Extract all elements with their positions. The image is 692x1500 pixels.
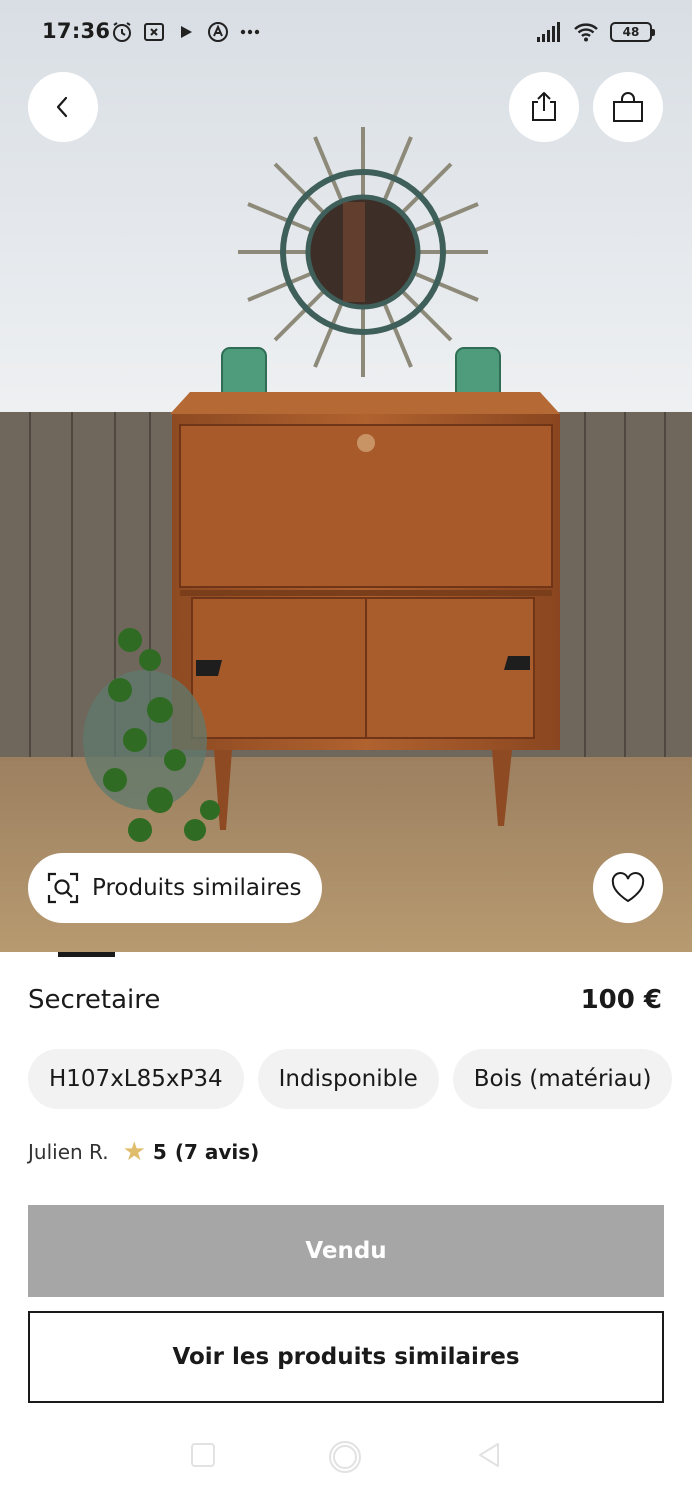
attribute-chips: H107xL85xP34 Indisponible Bois (matériau… <box>28 1049 673 1109</box>
product-title: Secretaire <box>28 985 161 1015</box>
back-triangle-icon[interactable] <box>476 1442 502 1468</box>
star-icon: ★ <box>122 1137 146 1167</box>
material-chip[interactable]: Bois (matériau) <box>452 1049 673 1109</box>
app-notification-icon <box>208 22 228 42</box>
recents-square-icon[interactable] <box>190 1442 216 1468</box>
review-count[interactable]: (7 avis) <box>175 1140 259 1164</box>
signal-icon <box>537 22 560 42</box>
product-price: 100 € <box>580 985 662 1015</box>
status-icons-right: 48 <box>536 20 655 44</box>
similar-products-label: Produits similaires <box>92 875 302 901</box>
secretaire-photo-illustration <box>0 0 692 952</box>
play-icon <box>181 26 192 38</box>
app-notification-icon <box>144 23 164 41</box>
chevron-left-icon <box>56 96 68 118</box>
dimensions-chip[interactable]: H107xL85xP34 <box>28 1049 244 1109</box>
wifi-icon <box>574 23 598 42</box>
carousel-indicator <box>58 952 115 957</box>
visual-search-icon <box>47 872 79 904</box>
more-dots-icon <box>240 29 260 35</box>
back-button[interactable] <box>28 72 98 142</box>
availability-chip[interactable]: Indisponible <box>257 1049 439 1109</box>
status-time: 17:36 <box>42 19 111 43</box>
similar-products-button[interactable]: Produits similaires <box>28 853 322 923</box>
favorite-button[interactable] <box>593 853 663 923</box>
heart-icon <box>611 872 645 903</box>
seller-name[interactable]: Julien R. <box>28 1140 109 1164</box>
alarm-icon <box>113 22 131 42</box>
cart-button[interactable] <box>593 72 663 142</box>
rating-score: 5 <box>152 1140 167 1164</box>
status-icons-left <box>110 20 262 44</box>
status-bar: 17:36 48 <box>0 0 692 64</box>
battery-level: 48 <box>622 25 640 39</box>
share-button[interactable] <box>509 72 579 142</box>
system-navigation-bar <box>0 1420 692 1500</box>
sold-button: Vendu <box>28 1205 664 1297</box>
share-icon <box>532 92 556 121</box>
product-photo[interactable] <box>0 0 692 952</box>
shopping-bag-icon <box>613 92 643 122</box>
see-similar-products-button[interactable]: Voir les produits similaires <box>28 1311 664 1403</box>
seller-row[interactable]: Julien R. ★ 5 (7 avis) <box>28 1137 259 1167</box>
battery-indicator: 48 <box>610 22 655 42</box>
home-circle-icon[interactable] <box>328 1440 362 1474</box>
